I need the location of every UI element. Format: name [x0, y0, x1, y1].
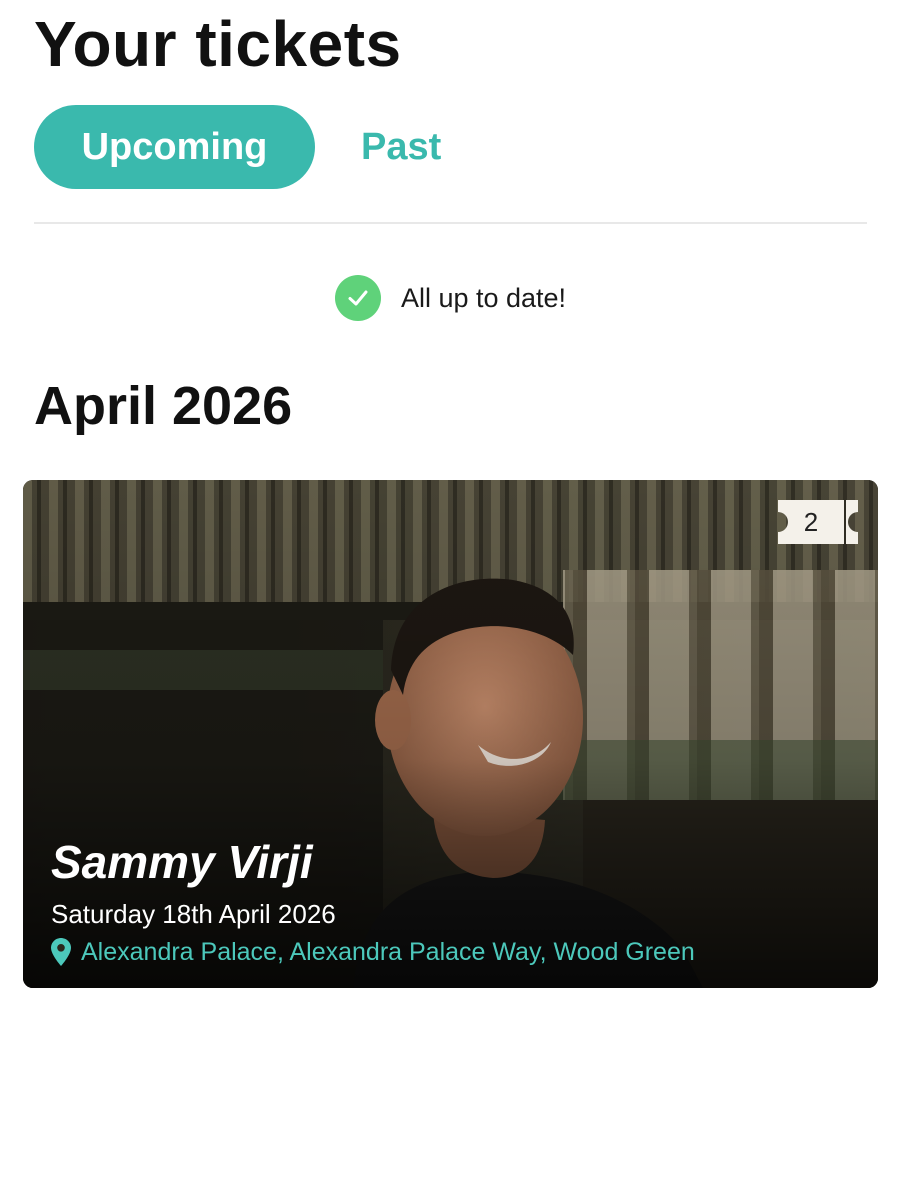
tab-upcoming[interactable]: Upcoming [34, 105, 315, 189]
artist-name: Sammy Virji [51, 836, 313, 888]
page-title: Your tickets [34, 8, 402, 80]
sync-status: All up to date! [0, 275, 901, 321]
ticket-count: 2 [803, 506, 819, 537]
event-date: Saturday 18th April 2026 [51, 899, 336, 929]
event-card[interactable]: 2 Sammy Virji Saturday 18th April 2026 A… [23, 480, 878, 988]
venue-row: Alexandra Palace, Alexandra Palace Way, … [51, 934, 695, 970]
venue-address: Alexandra Palace, Alexandra Palace Way, … [81, 938, 695, 966]
location-pin-icon [51, 938, 71, 966]
month-heading: April 2026 [34, 376, 293, 436]
divider [34, 222, 867, 224]
sync-status-text: All up to date! [400, 282, 567, 313]
ticket-count-badge: 2 [778, 500, 858, 544]
event-info: Sammy Virji Saturday 18th April 2026 Ale… [51, 834, 695, 970]
tickets-page: Your tickets Upcoming Past All up to dat… [0, 0, 901, 1200]
ticket-tabs: Upcoming Past [34, 105, 441, 189]
tab-past[interactable]: Past [361, 126, 441, 169]
check-circle-icon [334, 275, 381, 321]
